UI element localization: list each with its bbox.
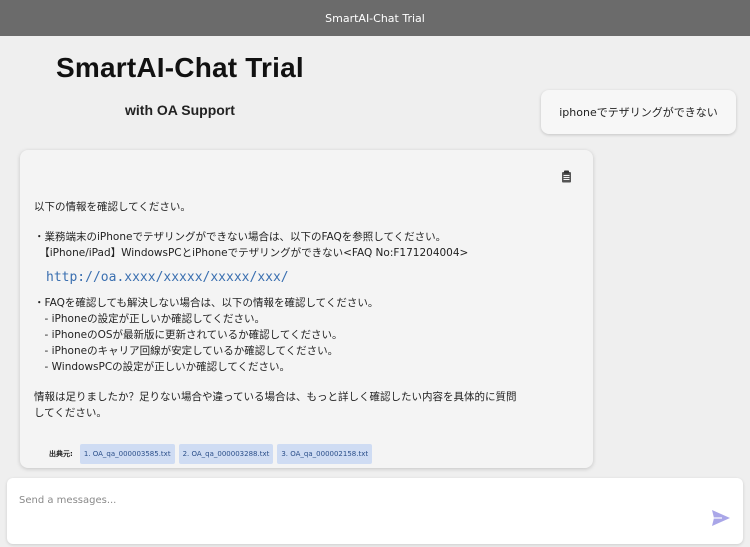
message-line: - iPhoneのOSが最新版に更新されているか確認してください。 (34, 329, 343, 341)
message-line: - iPhoneの設定が正しいか確認してください。 (34, 313, 265, 325)
message-input[interactable] (19, 490, 699, 510)
message-line: 【iPhone/iPad】WindowsPCとiPhoneでテザリングができない… (34, 247, 469, 259)
message-line: - iPhoneのキャリア回線が安定しているか確認してください。 (34, 345, 339, 357)
message-line: ・業務端末のiPhoneでテザリングができない場合は、以下のFAQを参照してくだ… (34, 231, 447, 243)
faq-link[interactable]: http://oa.xxxx/xxxxx/xxxxx/xxx/ (46, 269, 579, 287)
message-line: 以下の情報を確認してください。 (34, 201, 191, 213)
assistant-message-card: 以下の情報を確認してください。 ・業務端末のiPhoneでテザリングができない場… (20, 150, 593, 468)
source-tag[interactable]: 2. OA_qa_000003288.txt (178, 444, 274, 464)
message-line: してください。 (34, 407, 107, 419)
message-composer (7, 478, 743, 544)
user-message-bubble: iphoneでテザリングができない (541, 90, 736, 134)
app-title: SmartAI-Chat Trial (325, 11, 425, 25)
message-line: 情報は足りましたか？足りない場合や違っている場合は、もっと詳しく確認したい内容を… (34, 391, 517, 403)
message-line: ・FAQを確認しても解決しない場合は、以下の情報を確認してください。 (34, 297, 379, 309)
brand-title: SmartAI-Chat Trial (56, 52, 304, 83)
message-gap (34, 215, 579, 229)
message-gap (34, 375, 579, 389)
paper-plane-icon (711, 509, 731, 531)
source-tag[interactable]: 3. OA_qa_000002158.txt (277, 444, 373, 464)
sources-row: 出典元: 1. OA_qa_000003585.txt 2. OA_qa_000… (49, 444, 373, 464)
brand-subtitle: with OA Support (125, 102, 235, 118)
app-header: SmartAI-Chat Trial (0, 0, 750, 36)
source-tag[interactable]: 1. OA_qa_000003585.txt (79, 444, 175, 464)
send-button[interactable] (709, 508, 733, 532)
message-line: - WindowsPCの設定が正しいか確認してください。 (34, 361, 291, 373)
user-message-text: iphoneでテザリングができない (559, 106, 718, 119)
clipboard-icon[interactable] (559, 168, 573, 184)
sources-label: 出典元: (49, 450, 73, 458)
